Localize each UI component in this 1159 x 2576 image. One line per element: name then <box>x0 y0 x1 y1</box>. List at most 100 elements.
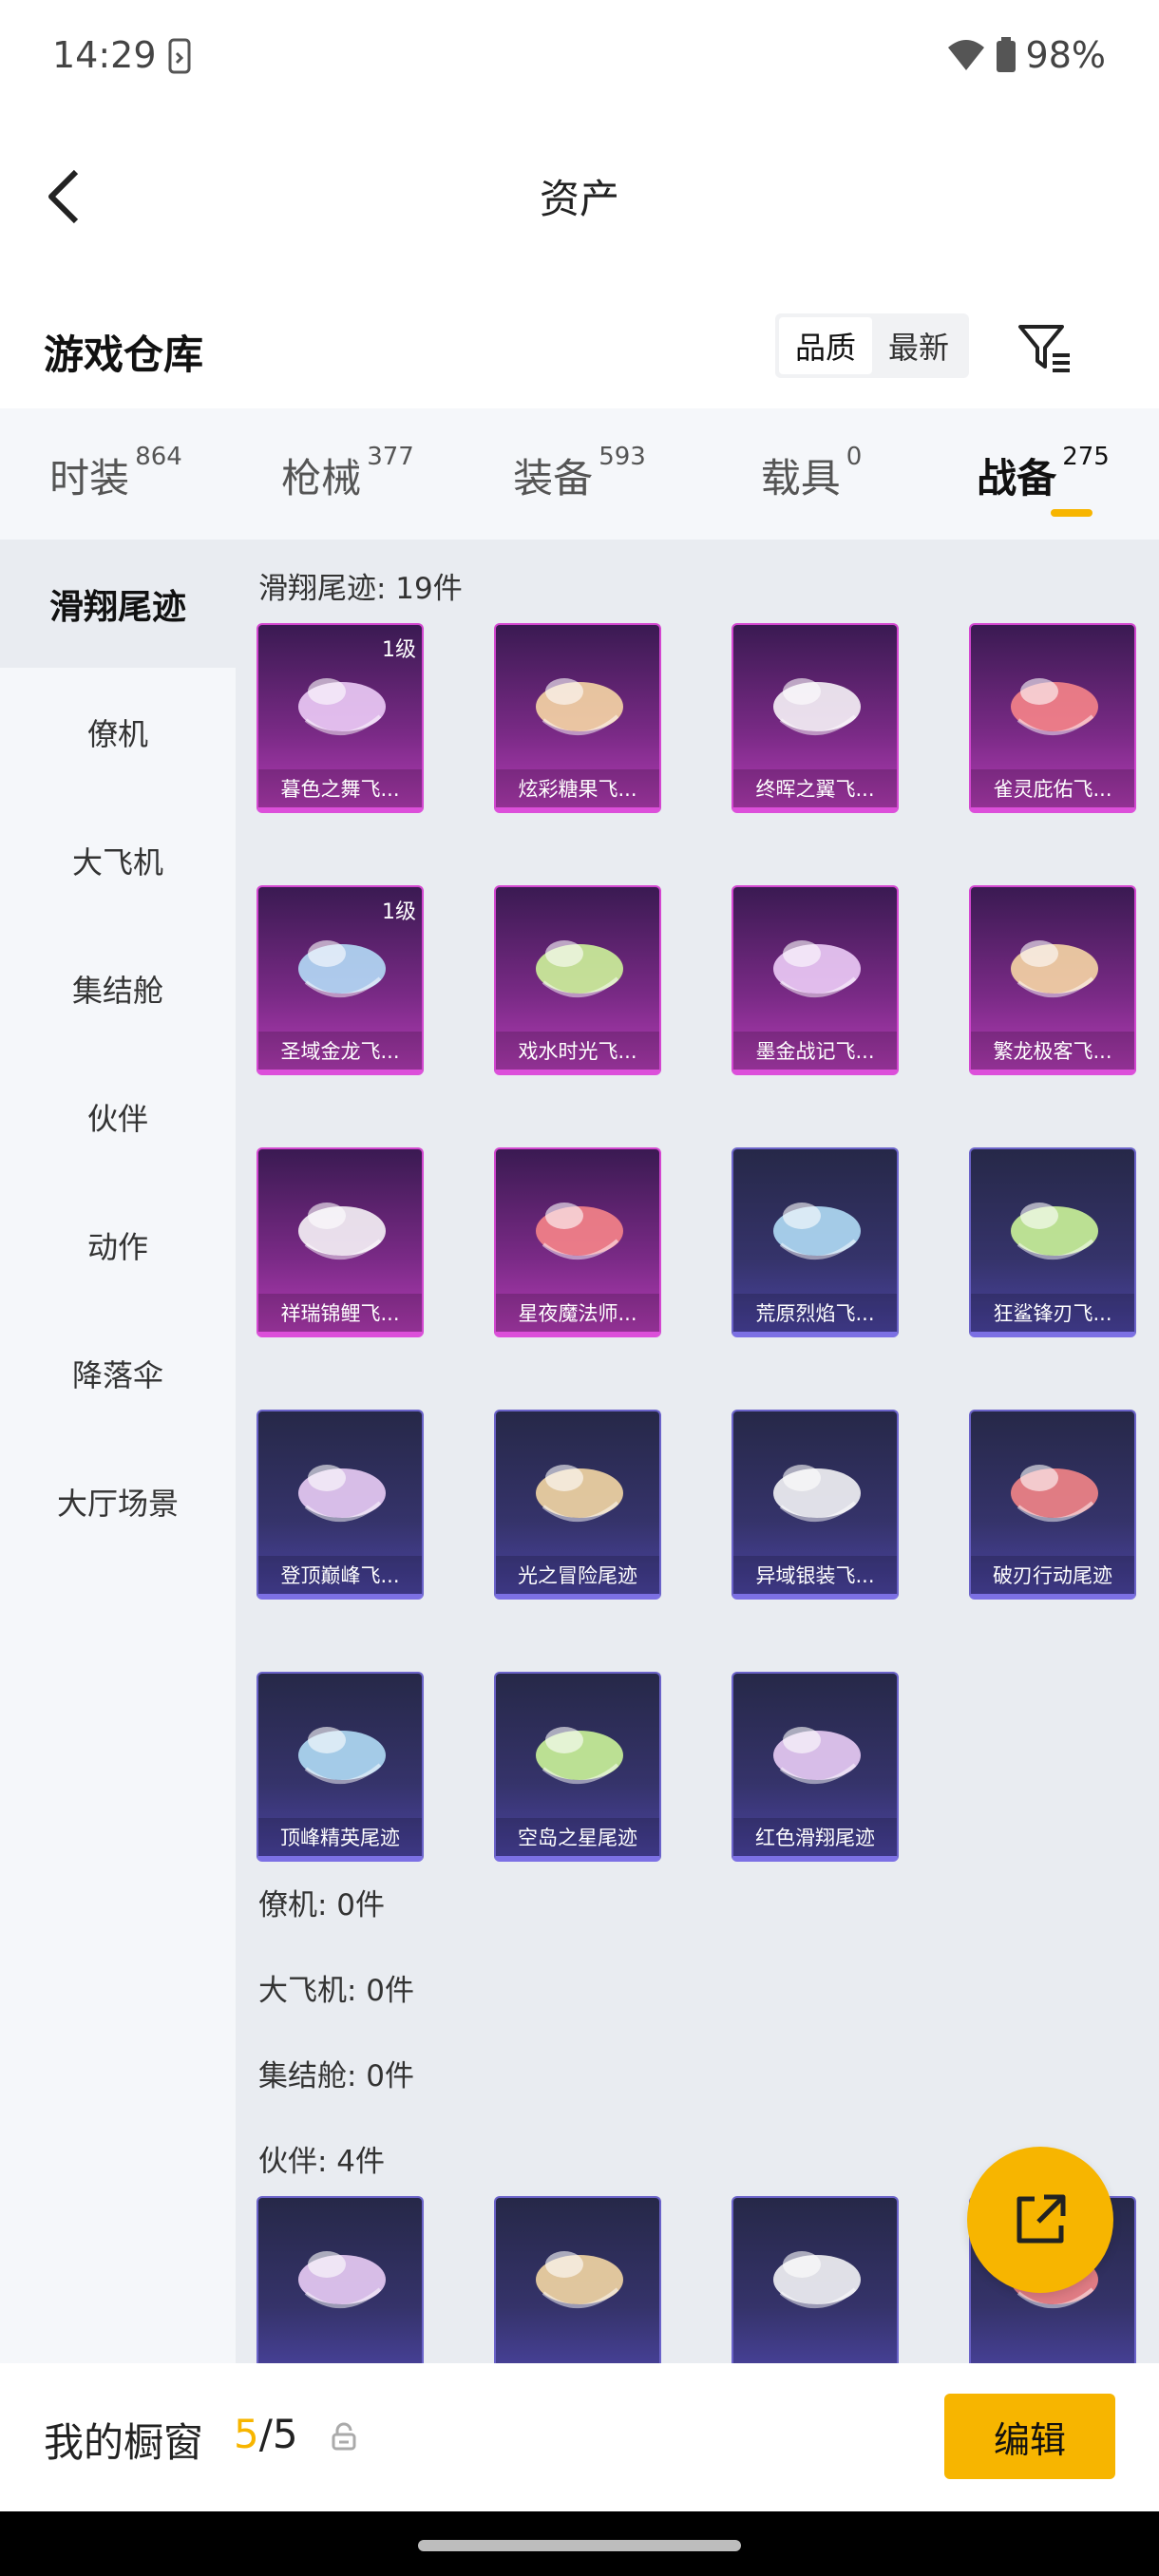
tab-equipment[interactable]: 装备 593 <box>464 408 695 540</box>
home-gesture-handle[interactable] <box>418 2540 741 2551</box>
item-image <box>773 1727 861 1784</box>
sort-toggle: 品质 最新 <box>775 313 969 378</box>
item-name: 空岛之星尾迹 <box>496 1818 659 1856</box>
battery-level: 98% <box>1025 34 1106 76</box>
item-image <box>536 1203 623 1260</box>
item-card[interactable]: 红色滑翔尾迹 <box>732 1672 899 1862</box>
item-name: 暮色之舞飞... <box>258 769 422 807</box>
item-card[interactable]: 破刃行动尾迹 <box>969 1410 1136 1600</box>
filter-icon[interactable] <box>1015 317 1075 378</box>
subcategory-sidebar: 滑翔尾迹 僚机 大飞机 集结舱 伙伴 动作 降落伞 大厅场景 <box>0 540 236 2363</box>
item-card[interactable] <box>256 2196 424 2363</box>
tab-combat-gear[interactable]: 战备 275 <box>927 408 1159 540</box>
item-card[interactable]: 1级圣域金龙飞... <box>256 885 424 1075</box>
item-name: 顶峰精英尾迹 <box>258 1818 422 1856</box>
sidebar-item-emote[interactable]: 动作 <box>0 1181 236 1309</box>
section-label: 僚机: 0件 <box>258 1888 386 1923</box>
item-card[interactable]: 光之冒险尾迹 <box>494 1410 661 1600</box>
item-name: 戏水时光飞... <box>496 1032 659 1070</box>
item-image <box>1011 940 1098 997</box>
tab-label: 枪械 <box>281 455 362 502</box>
status-indicators: 98% <box>946 34 1106 76</box>
section-label: 大飞机: 0件 <box>258 1974 415 2008</box>
sidebar-item-airplane[interactable]: 大飞机 <box>0 796 236 924</box>
tab-label: 装备 <box>513 455 594 502</box>
item-image <box>298 1203 386 1260</box>
edit-button[interactable]: 编辑 <box>944 2394 1115 2479</box>
sidebar-item-glide-trail[interactable]: 滑翔尾迹 <box>0 540 236 668</box>
item-name: 荒原烈焰飞... <box>733 1294 897 1332</box>
item-name: 狂鲨锋刃飞... <box>971 1294 1134 1332</box>
item-card[interactable]: 终晖之翼飞... <box>732 623 899 813</box>
sidebar-item-parachute[interactable]: 降落伞 <box>0 1309 236 1437</box>
item-image <box>298 1465 386 1522</box>
page-title: 资产 <box>539 176 619 222</box>
phone-icon <box>168 38 191 74</box>
item-card[interactable]: 荒原烈焰飞... <box>732 1147 899 1337</box>
item-name: 光之冒险尾迹 <box>496 1556 659 1594</box>
item-card[interactable]: 墨金战记飞... <box>732 885 899 1075</box>
showcase-count: 5/5 <box>234 2411 298 2457</box>
item-card[interactable]: 雀灵庇佑飞... <box>969 623 1136 813</box>
item-image <box>773 940 861 997</box>
warehouse-toolbar: 游戏仓库 品质 最新 <box>0 304 1159 399</box>
showcase-bar: 我的橱窗 5/5 编辑 <box>0 2363 1159 2511</box>
item-card[interactable]: 炫彩糖果飞... <box>494 623 661 813</box>
item-card[interactable]: 繁龙极客飞... <box>969 885 1136 1075</box>
lock-icon <box>332 2422 356 2451</box>
item-name: 繁龙极客飞... <box>971 1032 1134 1070</box>
item-level: 1级 <box>382 638 416 662</box>
sort-newest-button[interactable]: 最新 <box>872 317 965 374</box>
tab-vehicles[interactable]: 载具 0 <box>695 408 927 540</box>
tab-label: 载具 <box>760 455 841 502</box>
item-name: 终晖之翼飞... <box>733 769 897 807</box>
item-image <box>773 1465 861 1522</box>
tab-fashion[interactable]: 时装 864 <box>0 408 232 540</box>
item-card[interactable]: 星夜魔法师... <box>494 1147 661 1337</box>
item-name: 破刃行动尾迹 <box>971 1556 1134 1594</box>
item-card[interactable]: 登顶巅峰飞... <box>256 1410 424 1600</box>
item-card[interactable]: 异域银装飞... <box>732 1410 899 1600</box>
item-card[interactable]: 戏水时光飞... <box>494 885 661 1075</box>
status-bar: 14:29 98% <box>0 0 1159 114</box>
item-card[interactable]: 顶峰精英尾迹 <box>256 1672 424 1862</box>
item-name: 墨金战记飞... <box>733 1032 897 1070</box>
item-card[interactable]: 1级暮色之舞飞... <box>256 623 424 813</box>
item-name: 星夜魔法师... <box>496 1294 659 1332</box>
item-card[interactable] <box>732 2196 899 2363</box>
app-header: 资产 <box>0 142 1159 247</box>
sidebar-item-pod[interactable]: 集结舱 <box>0 924 236 1052</box>
item-list: 滑翔尾迹: 19件 1级 暮色之舞飞... 炫彩糖果飞... 终晖之翼飞... 雀灵庇佑飞… <box>236 540 1159 2363</box>
item-name: 异域银装飞... <box>733 1556 897 1594</box>
item-image <box>1011 678 1098 735</box>
item-image <box>298 2251 386 2308</box>
system-nav-bar <box>0 2511 1159 2576</box>
item-image <box>536 940 623 997</box>
item-card[interactable]: 祥瑞锦鲤飞... <box>256 1147 424 1337</box>
item-name: 炫彩糖果飞... <box>496 769 659 807</box>
section-label: 滑翔尾迹: 19件 <box>258 572 463 606</box>
item-name: 圣域金龙飞... <box>258 1032 422 1070</box>
showcase-count-total: /5 <box>258 2411 298 2457</box>
item-image <box>773 678 861 735</box>
item-card[interactable] <box>494 2196 661 2363</box>
sidebar-item-lobby-scene[interactable]: 大厅场景 <box>0 1437 236 1565</box>
tab-count: 593 <box>598 443 646 471</box>
item-level: 1级 <box>382 900 416 924</box>
tab-firearms[interactable]: 枪械 377 <box>232 408 464 540</box>
section-label: 伙伴: 4件 <box>258 2145 386 2179</box>
status-time: 14:29 <box>52 34 157 76</box>
category-tabs: 时装 864 枪械 377 装备 593 载具 0 战备 275 <box>0 408 1159 540</box>
share-icon <box>1016 2194 1066 2244</box>
sort-quality-button[interactable]: 品质 <box>779 317 872 374</box>
item-card[interactable]: 空岛之星尾迹 <box>494 1672 661 1862</box>
item-card[interactable]: 狂鲨锋刃飞... <box>969 1147 1136 1337</box>
sidebar-item-companion[interactable]: 伙伴 <box>0 1052 236 1181</box>
sidebar-item-wingman[interactable]: 僚机 <box>0 668 236 796</box>
share-button[interactable] <box>967 2147 1113 2293</box>
item-image <box>1011 1465 1098 1522</box>
item-image <box>536 2251 623 2308</box>
tab-count: 275 <box>1062 443 1110 471</box>
item-name: 红色滑翔尾迹 <box>733 1818 897 1856</box>
showcase-label: 我的橱窗 <box>44 2419 204 2466</box>
